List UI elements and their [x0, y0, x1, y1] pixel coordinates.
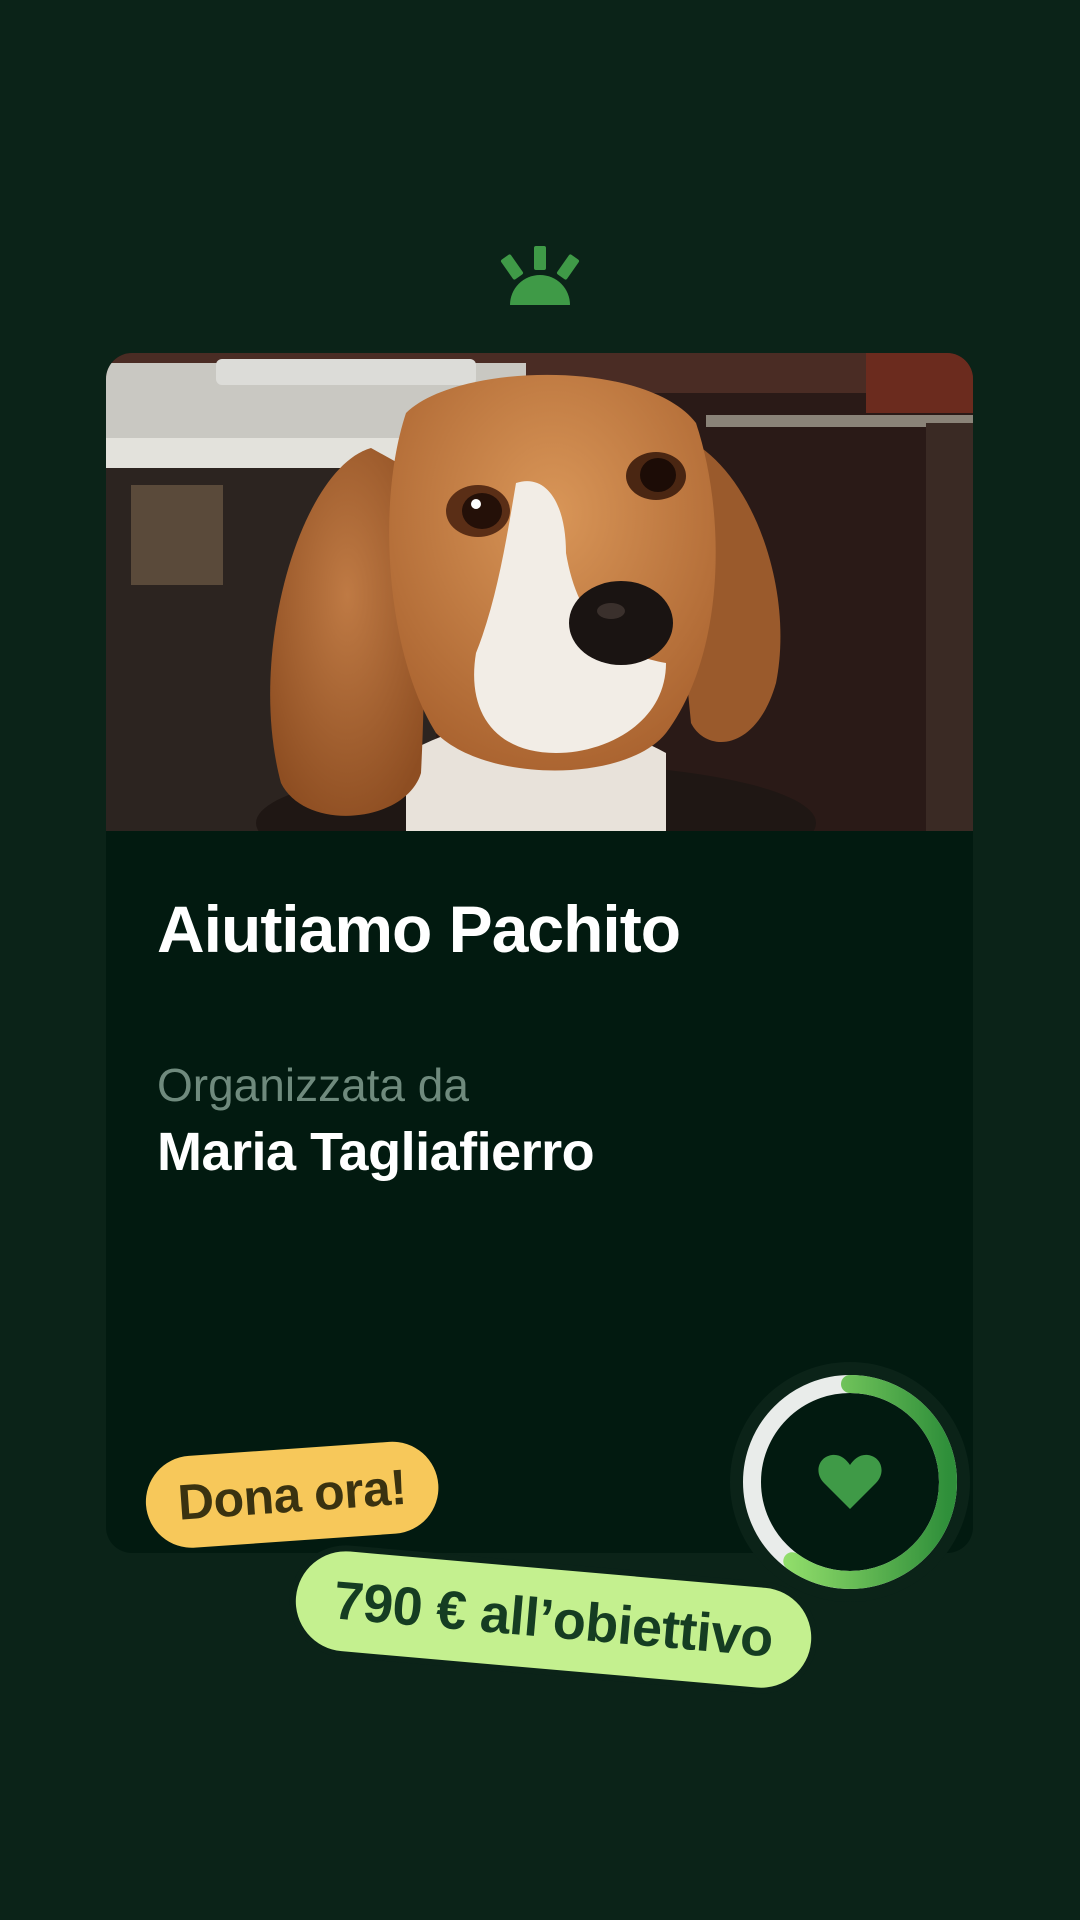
organizer-label: Organizzata da: [157, 1059, 469, 1111]
campaign-photo: [106, 353, 973, 831]
campaign-title: Aiutiamo Pachito: [157, 892, 681, 966]
sunrise-logo-icon: [500, 246, 580, 305]
heart-icon: [818, 1454, 882, 1509]
organizer-name[interactable]: Maria Tagliafierro: [157, 1121, 595, 1183]
donation-progress-ring[interactable]: [730, 1362, 970, 1602]
